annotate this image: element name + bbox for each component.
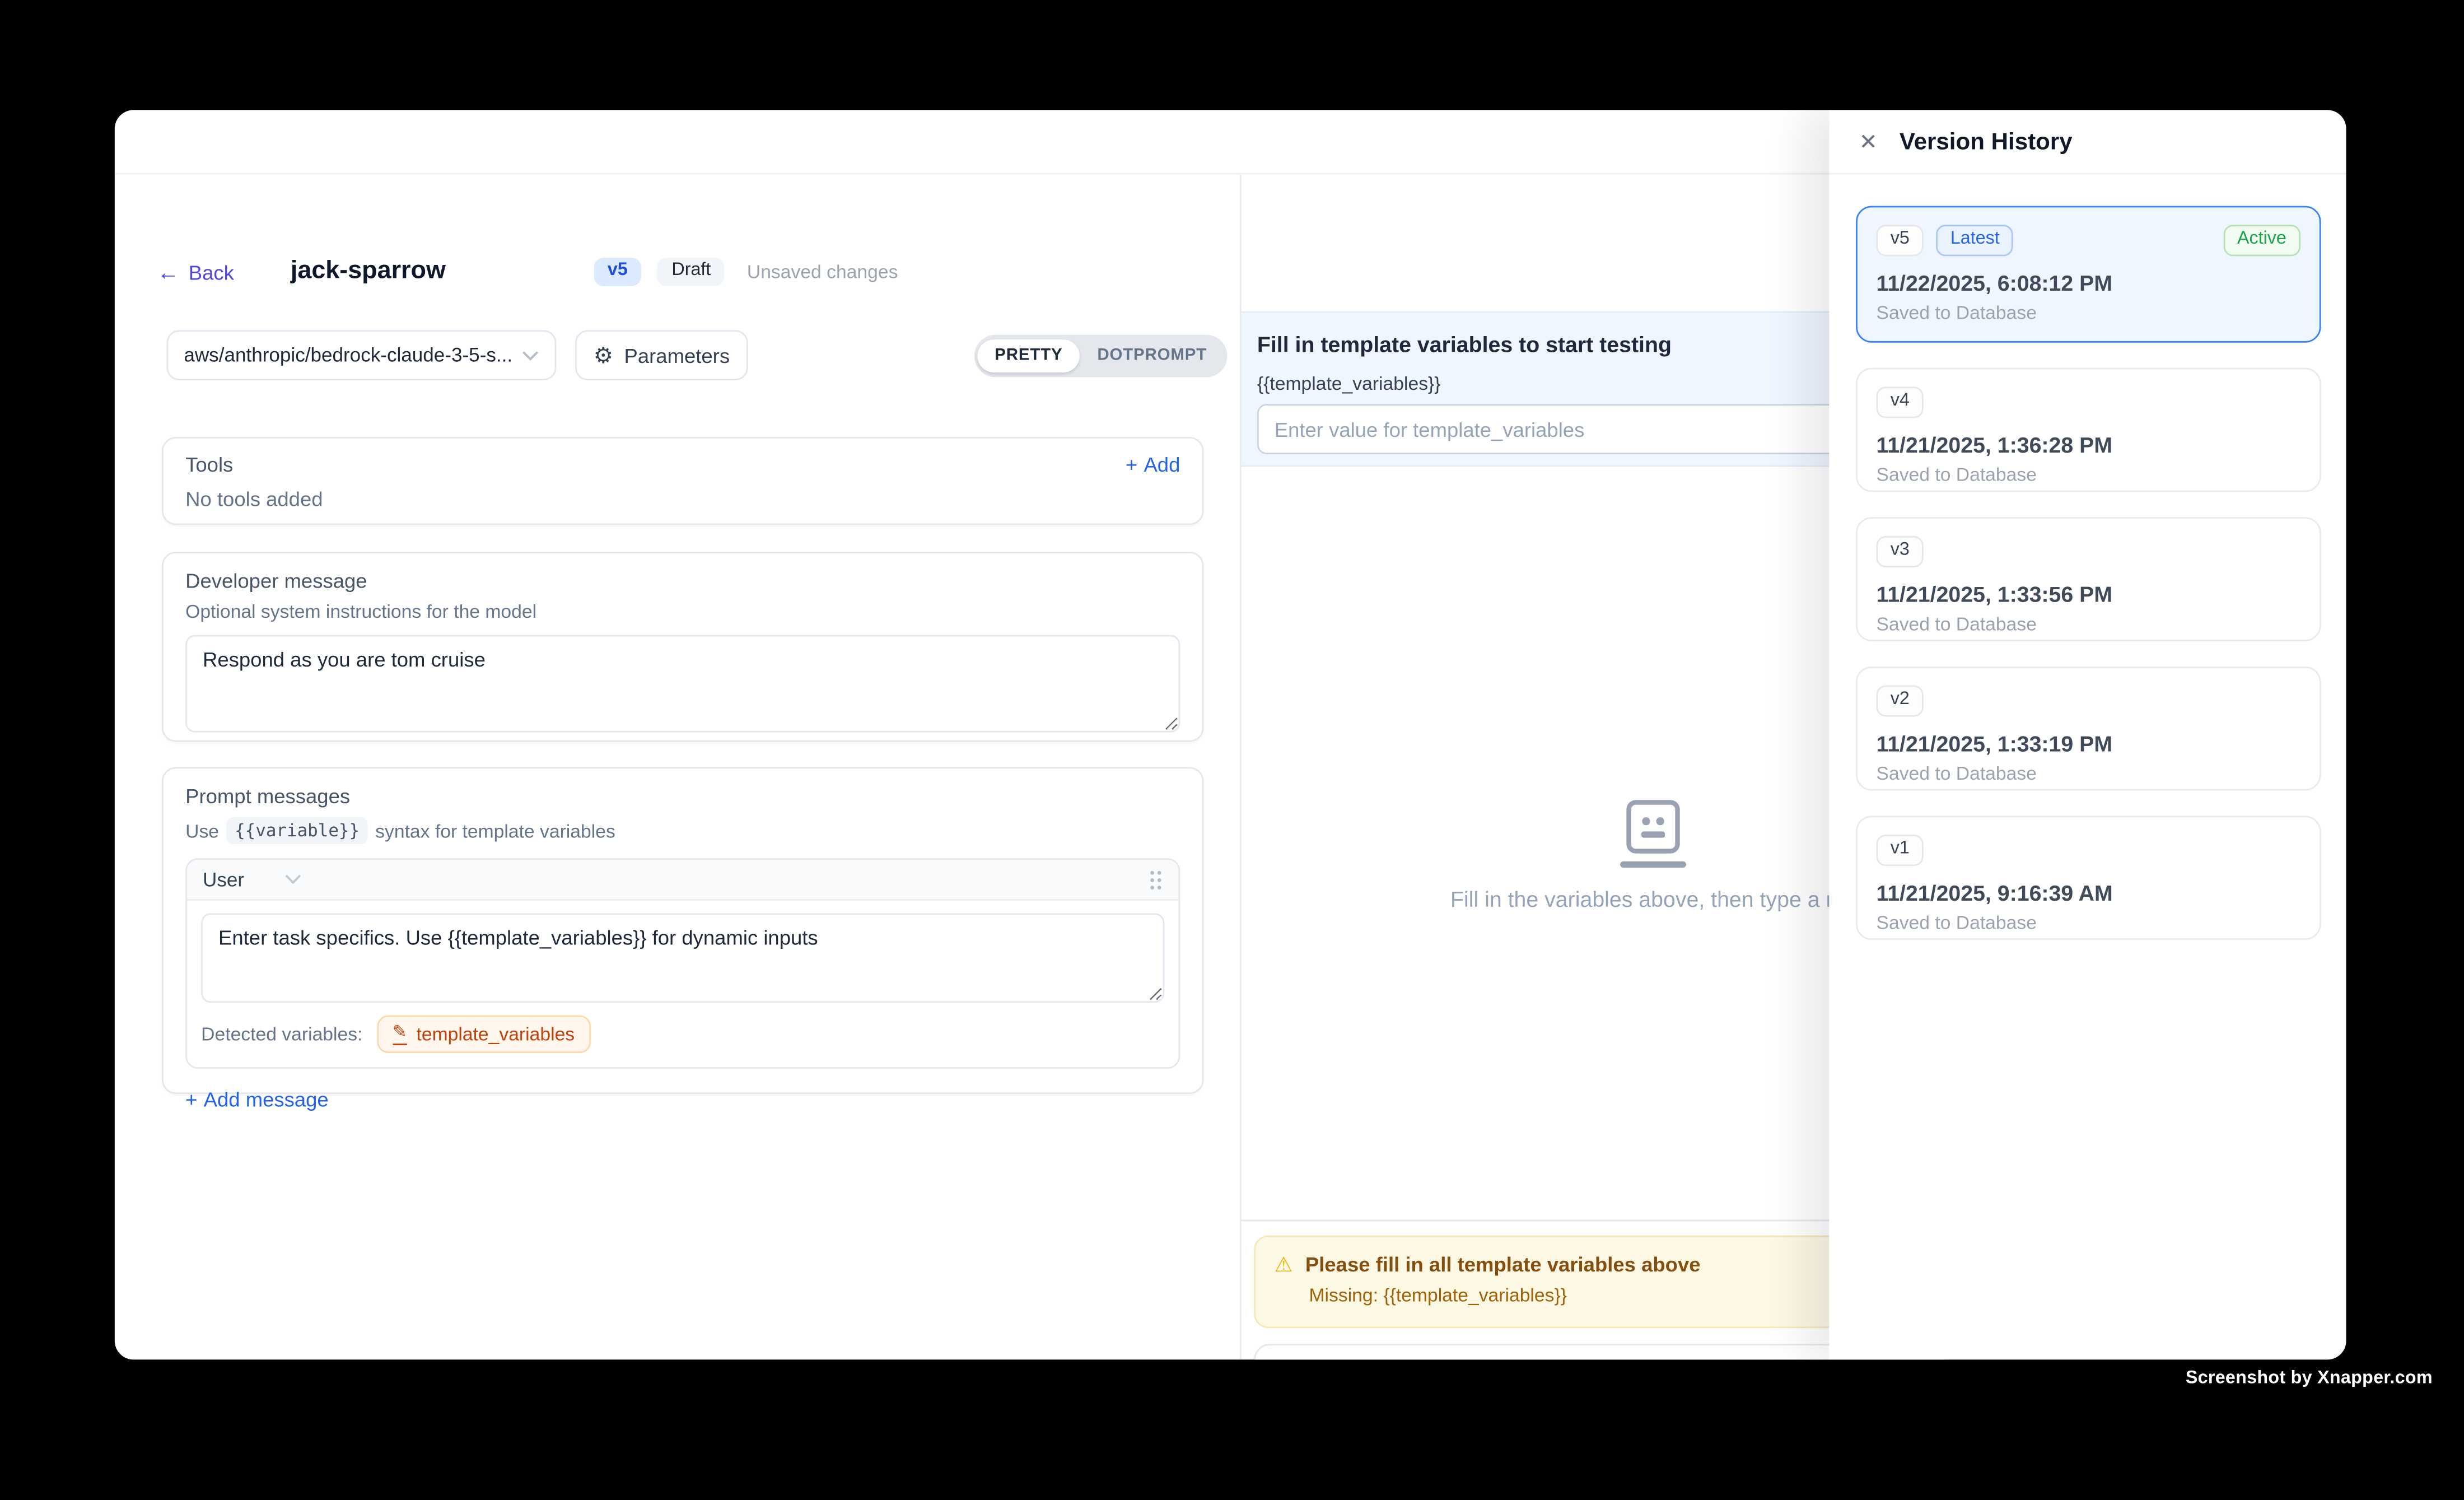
bot-face-icon <box>1618 800 1687 868</box>
prompt-editor-pane: ← Back jack-sparrow v5 Draft Unsaved cha… <box>115 174 1242 1359</box>
version-history-title: Version History <box>1900 128 2073 155</box>
version-card-v1[interactable]: v1 11/21/2025, 9:16:39 AM Saved to Datab… <box>1856 816 2321 940</box>
gear-icon: ⚙ <box>594 344 613 366</box>
version-source: Saved to Database <box>1877 612 2301 634</box>
model-selector-value: aws/anthropic/bedrock-claude-3-5-s... <box>184 344 512 366</box>
user-message-input[interactable]: Enter task specifics. Use {{template_var… <box>201 913 1164 1003</box>
warning-title: Please fill in all template variables ab… <box>1305 1252 1701 1276</box>
add-tool-button[interactable]: + Add <box>1126 453 1180 476</box>
toggle-option-dotprompt[interactable]: DOTPROMPT <box>1080 340 1224 372</box>
back-button[interactable]: ← Back <box>157 260 234 283</box>
plus-icon: + <box>185 1088 197 1111</box>
page-header-row: ← Back jack-sparrow v5 Draft Unsaved cha… <box>157 255 1215 290</box>
developer-message-input[interactable]: Respond as you are tom cruise <box>185 635 1180 733</box>
version-source: Saved to Database <box>1877 301 2301 323</box>
variable-badge[interactable]: ✎ template_variables <box>377 1015 591 1053</box>
role-selector[interactable]: User <box>203 868 244 890</box>
format-toggle: PRETTY DOTPROMPT <box>974 335 1228 378</box>
page-title: jack-sparrow <box>291 258 446 286</box>
version-list: v5 Latest Active 11/22/2025, 6:08:12 PM … <box>1829 174 2346 940</box>
model-toolbar: aws/anthropic/bedrock-claude-3-5-s... ⚙ … <box>115 330 1240 383</box>
chevron-down-icon[interactable] <box>285 874 302 885</box>
app-window: ← Back jack-sparrow v5 Draft Unsaved cha… <box>115 110 2346 1359</box>
tools-title: Tools <box>185 453 233 476</box>
developer-message-title: Developer message <box>185 569 1180 593</box>
parameters-button[interactable]: ⚙ Parameters <box>575 330 748 380</box>
warning-triangle-icon: ⚠ <box>1275 1254 1293 1274</box>
toggle-option-pretty[interactable]: PRETTY <box>977 340 1080 372</box>
chevron-down-icon <box>522 350 539 361</box>
parameters-label: Parameters <box>624 343 730 367</box>
version-card-v2[interactable]: v2 11/21/2025, 1:33:19 PM Saved to Datab… <box>1856 667 2321 791</box>
version-timestamp: 11/21/2025, 9:16:39 AM <box>1877 879 2301 905</box>
drag-handle-icon[interactable] <box>1149 868 1163 890</box>
version-card-v4[interactable]: v4 11/21/2025, 1:36:28 PM Saved to Datab… <box>1856 368 2321 492</box>
version-history-panel: ✕ Version History v5 Latest Active 11/22… <box>1829 110 2346 1359</box>
version-source: Saved to Database <box>1877 911 2301 933</box>
add-message-row: + Add message <box>185 1086 1180 1115</box>
prompt-messages-card: Prompt messages Use {{variable}} syntax … <box>162 767 1203 1094</box>
variable-syntax-chip: {{variable}} <box>227 817 367 844</box>
prompt-messages-title: Prompt messages <box>185 784 1180 808</box>
variable-badge-label: template_variables <box>416 1023 575 1045</box>
add-message-label: Add message <box>204 1088 329 1111</box>
version-card-v5[interactable]: v5 Latest Active 11/22/2025, 6:08:12 PM … <box>1856 206 2321 343</box>
latest-badge: Latest <box>1936 225 2014 255</box>
message-block: User Enter task specifics. Use {{templat… <box>185 858 1180 1069</box>
version-chip: v4 <box>1877 386 1924 417</box>
version-source: Saved to Database <box>1877 463 2301 485</box>
version-history-header: ✕ Version History <box>1829 110 2346 174</box>
tools-card: Tools + Add No tools added <box>162 437 1203 525</box>
close-icon[interactable]: ✕ <box>1859 131 1878 152</box>
version-chip: v5 <box>1877 225 1924 255</box>
plus-icon: + <box>1126 453 1137 476</box>
version-chip: v1 <box>1877 835 1924 865</box>
version-timestamp: 11/21/2025, 1:33:56 PM <box>1877 581 2301 606</box>
active-badge: Active <box>2223 225 2300 255</box>
version-chip: v3 <box>1877 536 1924 567</box>
tools-empty-text: No tools added <box>185 487 1180 511</box>
back-arrow-icon: ← <box>157 261 179 283</box>
syntax-hint: Use {{variable}} syntax for template var… <box>185 817 1180 844</box>
draft-badge: Draft <box>657 258 725 286</box>
model-selector[interactable]: aws/anthropic/bedrock-claude-3-5-s... <box>166 330 556 380</box>
screenshot-stage: ← Back jack-sparrow v5 Draft Unsaved cha… <box>0 0 2464 1499</box>
version-timestamp: 11/21/2025, 1:36:28 PM <box>1877 431 2301 456</box>
detected-variables-label: Detected variables: <box>201 1023 362 1045</box>
version-source: Saved to Database <box>1877 762 2301 784</box>
version-chip: v2 <box>1877 685 1924 716</box>
add-tool-label: Add <box>1144 453 1180 476</box>
version-timestamp: 11/22/2025, 6:08:12 PM <box>1877 269 2301 295</box>
developer-message-card: Developer message Optional system instru… <box>162 552 1203 742</box>
message-body: Enter task specifics. Use {{template_var… <box>187 901 1179 1067</box>
version-badge: v5 <box>594 258 642 286</box>
version-card-v3[interactable]: v3 11/21/2025, 1:33:56 PM Saved to Datab… <box>1856 517 2321 641</box>
add-message-button[interactable]: + Add message <box>185 1088 329 1111</box>
developer-message-subtitle: Optional system instructions for the mod… <box>185 600 1180 622</box>
pencil-icon: ✎ <box>393 1024 407 1044</box>
version-timestamp: 11/21/2025, 1:33:19 PM <box>1877 730 2301 755</box>
unsaved-changes-text: Unsaved changes <box>747 261 898 283</box>
message-role-row: User <box>187 860 1179 901</box>
back-label: Back <box>189 260 234 283</box>
watermark-text: Screenshot by Xnapper.com <box>2186 1369 2433 1388</box>
detected-variables-row: Detected variables: ✎ template_variables <box>201 1015 1164 1053</box>
